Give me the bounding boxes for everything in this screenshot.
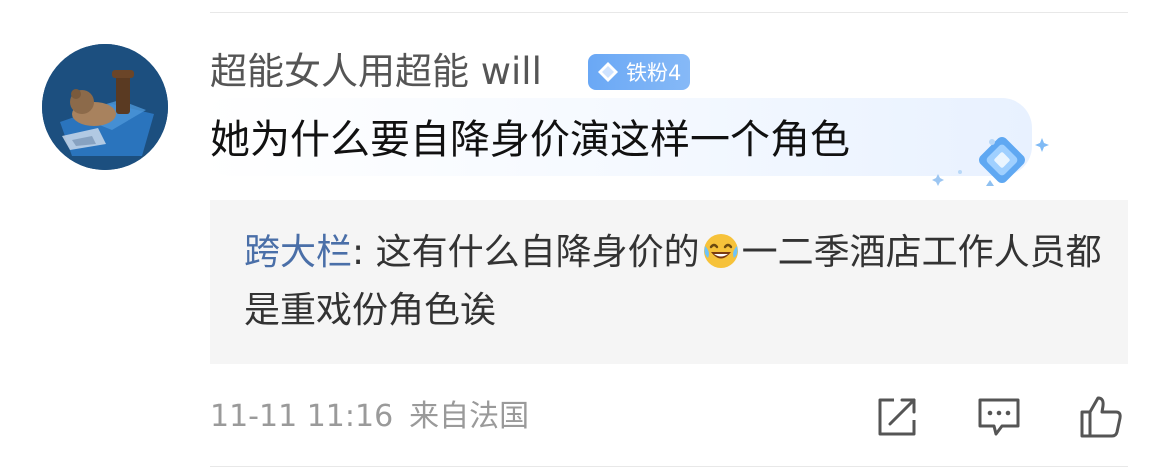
comment-button[interactable]	[974, 392, 1024, 442]
share-button[interactable]	[872, 392, 922, 442]
comment-icon	[978, 398, 1020, 436]
like-icon	[1080, 396, 1122, 438]
comment-username[interactable]: 超能女人用超能 will	[210, 46, 542, 98]
avatar[interactable]	[42, 44, 168, 170]
comment-text: 她为什么要自降身价演这样一个角色	[210, 117, 850, 163]
laughing-tears-emoji-icon	[702, 230, 740, 268]
reply-content: 跨大栏: 这有什么自降身价的 一二季酒店工作人员都是重戏份角色诶	[244, 224, 1104, 340]
reply-box[interactable]: 跨大栏: 这有什么自降身价的 一二季酒店工作人员都是重戏份角色诶	[210, 200, 1128, 364]
share-icon	[878, 398, 916, 436]
diamond-decoration-icon	[930, 128, 1050, 192]
fan-badge[interactable]: 铁粉4	[588, 54, 690, 90]
reply-separator: :	[352, 232, 376, 273]
diamond-icon	[594, 58, 622, 86]
comment-meta: 11-11 11:16 来自法国	[210, 394, 529, 440]
top-divider	[210, 12, 1128, 13]
reply-username[interactable]: 跨大栏	[244, 232, 352, 273]
location: 来自法国	[409, 399, 530, 434]
timestamp: 11-11 11:16	[210, 399, 394, 434]
bottom-divider	[210, 466, 1128, 467]
badge-label: 铁粉4	[626, 61, 682, 85]
like-button[interactable]	[1076, 392, 1126, 442]
reply-text-part-1: 这有什么自降身价的	[375, 232, 700, 273]
